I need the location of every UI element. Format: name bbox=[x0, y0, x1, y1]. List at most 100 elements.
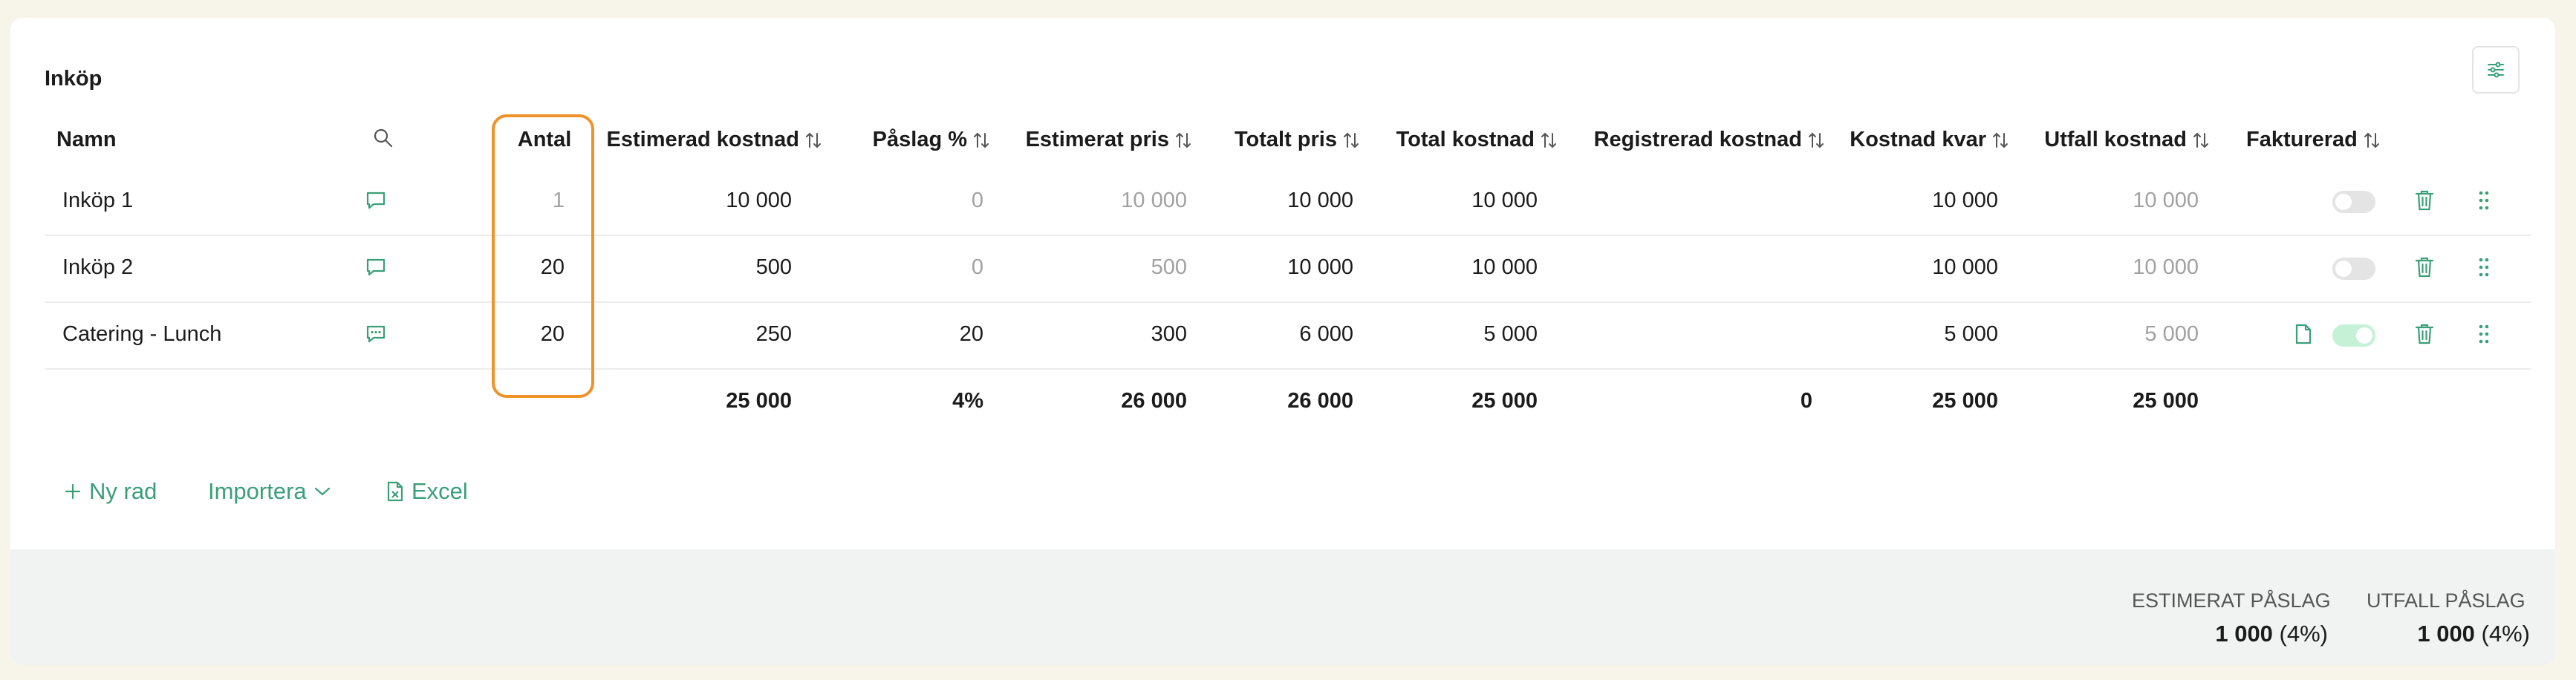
row-reg-cost bbox=[1664, 252, 1812, 282]
est-markup-value: 1 000 (4%) bbox=[2206, 621, 2328, 647]
outcome-markup-value: 1 000 (4%) bbox=[2396, 621, 2530, 647]
row-reg-cost bbox=[1664, 319, 1812, 349]
sort-icon bbox=[1344, 132, 1359, 148]
column-header-invoiced[interactable]: Fakturerad bbox=[2246, 128, 2380, 152]
column-header-name-label: Namn bbox=[56, 128, 117, 151]
outcome-markup-label: UTFALL PÅSLAG bbox=[2367, 589, 2525, 612]
total-est-price: 26 000 bbox=[1121, 389, 1187, 413]
row-total-cost: 10 000 bbox=[1471, 255, 1538, 279]
sort-icon bbox=[974, 132, 989, 148]
sort-icon bbox=[1809, 132, 1824, 148]
comment-dots-icon[interactable] bbox=[361, 321, 391, 347]
comment-icon[interactable] bbox=[361, 254, 391, 281]
row-divider bbox=[45, 368, 2531, 370]
column-header-markup-label: Påslag % bbox=[872, 128, 967, 151]
row-total-cost: 10 000 bbox=[1471, 189, 1538, 212]
drag-handle-icon[interactable] bbox=[2473, 187, 2494, 214]
row-cost-left: 10 000 bbox=[1932, 255, 1998, 279]
est-markup-label: ESTIMERAT PÅSLAG bbox=[2132, 589, 2331, 612]
row-total-cost: 5 000 bbox=[1483, 322, 1538, 346]
section-title: Inköp bbox=[45, 67, 103, 91]
row-total-price: 10 000 bbox=[1287, 255, 1353, 279]
toggle-knob bbox=[2356, 327, 2372, 344]
row-outcome-cost: 5 000 bbox=[2144, 322, 2199, 346]
search-icon[interactable] bbox=[368, 123, 398, 153]
row-name[interactable]: Inköp 2 bbox=[62, 252, 133, 282]
column-header-est-price[interactable]: Estimerat pris bbox=[1006, 128, 1191, 152]
row-markup[interactable]: 20 bbox=[835, 319, 983, 349]
total-markup: 4% bbox=[952, 389, 983, 413]
toggle-knob bbox=[2335, 261, 2352, 277]
invoiced-toggle[interactable] bbox=[2332, 324, 2375, 347]
row-est-cost[interactable]: 10 000 bbox=[643, 186, 792, 215]
total-cost-left: 25 000 bbox=[1932, 389, 1998, 413]
row-markup[interactable]: 0 bbox=[835, 186, 983, 215]
sort-icon bbox=[2364, 132, 2379, 148]
trash-icon[interactable] bbox=[2411, 254, 2438, 281]
import-label: Importera bbox=[208, 478, 307, 504]
total-total-price: 26 000 bbox=[1287, 389, 1353, 413]
row-name[interactable]: Catering - Lunch bbox=[62, 319, 221, 349]
invoiced-toggle[interactable] bbox=[2332, 258, 2375, 280]
purchases-card: Inköp Namn Antal Estimerad kostnad Påsla… bbox=[10, 18, 2555, 665]
sort-icon bbox=[806, 132, 821, 148]
outcome-markup-percent: (4%) bbox=[2481, 621, 2530, 647]
row-est-price: 300 bbox=[1151, 322, 1187, 346]
drag-handle-icon[interactable] bbox=[2473, 321, 2494, 347]
est-markup-percent: (4%) bbox=[2279, 621, 2328, 647]
row-reg-cost bbox=[1664, 186, 1812, 215]
total-total-cost: 25 000 bbox=[1471, 389, 1538, 413]
column-header-outcome-cost[interactable]: Utfall kostnad bbox=[2031, 128, 2209, 152]
total-outcome-cost: 25 000 bbox=[2133, 389, 2199, 413]
column-header-est-cost[interactable]: Estimerad kostnad bbox=[590, 128, 822, 152]
row-name[interactable]: Inköp 1 bbox=[62, 186, 133, 215]
row-outcome-cost: 10 000 bbox=[2133, 189, 2199, 212]
column-header-reg-cost[interactable]: Registrerad kostnad bbox=[1585, 128, 1824, 152]
row-est-cost[interactable]: 500 bbox=[643, 252, 792, 282]
excel-label: Excel bbox=[412, 478, 468, 504]
sort-icon bbox=[2193, 132, 2208, 148]
column-header-total-cost[interactable]: Total kostnad bbox=[1370, 128, 1557, 152]
toggle-knob bbox=[2335, 194, 2352, 210]
total-reg-cost: 0 bbox=[1800, 389, 1812, 413]
column-header-outcome-cost-label: Utfall kostnad bbox=[2044, 128, 2187, 151]
column-header-cost-left-label: Kostnad kvar bbox=[1850, 128, 1986, 151]
row-total-price: 6 000 bbox=[1299, 322, 1353, 346]
column-header-total-cost-label: Total kostnad bbox=[1396, 128, 1535, 151]
import-dropdown[interactable]: Importera bbox=[208, 478, 331, 505]
comment-icon[interactable] bbox=[361, 187, 391, 214]
trash-icon[interactable] bbox=[2411, 321, 2438, 347]
est-markup-amount: 1 000 bbox=[2215, 621, 2273, 647]
sort-icon bbox=[1993, 132, 2008, 148]
outcome-markup-amount: 1 000 bbox=[2417, 621, 2475, 647]
row-est-price: 500 bbox=[1151, 255, 1187, 279]
sort-icon bbox=[1541, 132, 1556, 148]
row-est-price: 10 000 bbox=[1121, 189, 1187, 212]
new-row-label: Ny rad bbox=[89, 478, 157, 504]
column-header-est-cost-label: Estimerad kostnad bbox=[606, 128, 799, 151]
document-icon[interactable] bbox=[2291, 321, 2316, 347]
invoiced-toggle[interactable] bbox=[2332, 191, 2375, 213]
chevron-down-icon bbox=[314, 487, 330, 496]
qty-column-highlight bbox=[492, 114, 594, 398]
new-row-button[interactable]: Ny rad bbox=[64, 478, 157, 505]
row-cost-left: 10 000 bbox=[1932, 189, 1998, 212]
trash-icon[interactable] bbox=[2411, 187, 2438, 214]
column-header-name[interactable]: Namn bbox=[56, 128, 117, 152]
sort-icon bbox=[1176, 132, 1191, 148]
column-header-est-price-label: Estimerat pris bbox=[1025, 128, 1169, 151]
column-header-invoiced-label: Fakturerad bbox=[2246, 128, 2358, 151]
column-header-cost-left[interactable]: Kostnad kvar bbox=[1845, 128, 2009, 152]
column-settings-button[interactable] bbox=[2472, 46, 2520, 94]
drag-handle-icon[interactable] bbox=[2473, 254, 2494, 281]
total-est-cost: 25 000 bbox=[726, 389, 792, 413]
sliders-icon bbox=[2488, 62, 2504, 78]
column-header-markup[interactable]: Påslag % bbox=[835, 128, 989, 152]
row-est-cost[interactable]: 250 bbox=[643, 319, 792, 349]
file-excel-icon bbox=[387, 481, 403, 502]
row-divider bbox=[45, 301, 2531, 303]
column-header-total-price[interactable]: Totalt pris bbox=[1206, 128, 1359, 152]
row-markup[interactable]: 0 bbox=[835, 252, 983, 282]
excel-button[interactable]: Excel bbox=[386, 478, 468, 505]
row-outcome-cost: 10 000 bbox=[2133, 255, 2199, 279]
